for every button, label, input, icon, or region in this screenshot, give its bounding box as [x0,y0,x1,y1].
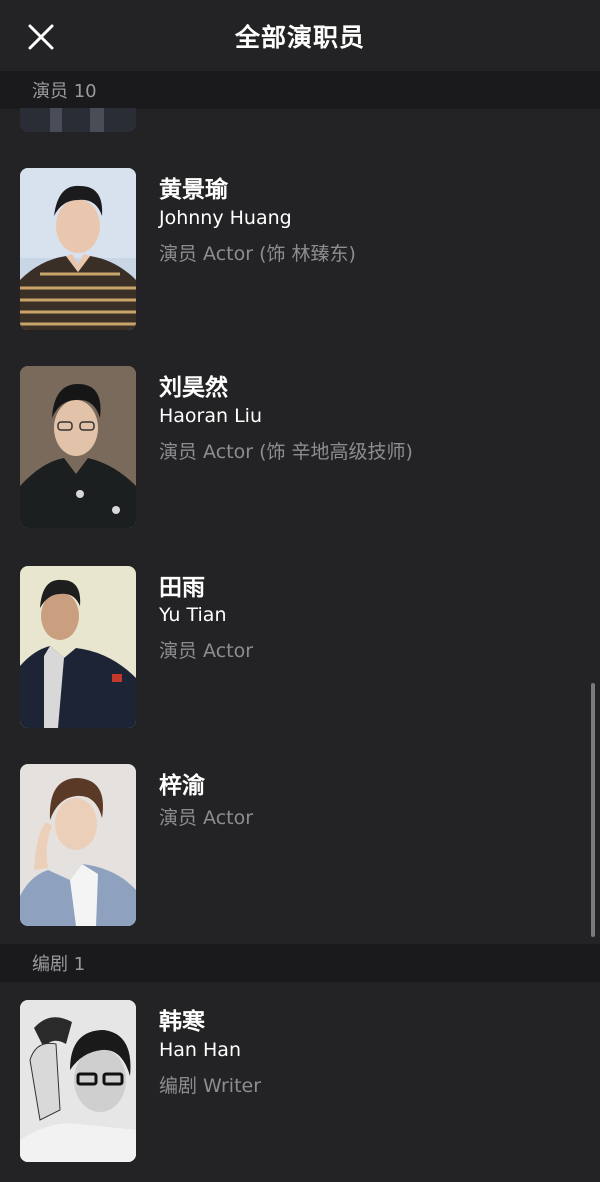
person-role: 演员 Actor (饰 林臻东) [159,243,356,265]
person-english-name: Johnny Huang [159,207,292,229]
person-photo [20,764,136,926]
section-header-actors: 演员 10 [0,71,600,109]
person-english-name: Yu Tian [159,604,227,626]
person-photo [20,366,136,528]
person-name: 刘昊然 [159,375,228,401]
person-role: 演员 Actor (饰 辛地高级技师) [159,441,413,463]
page-title: 全部演职员 [234,23,365,52]
person-item-4[interactable]: 梓渝 演员 Actor [0,744,590,944]
section-header-writers: 编剧 1 [0,944,600,982]
person-item-2[interactable]: 刘昊然 Haoran Liu 演员 Actor (饰 辛地高级技师) [0,348,590,546]
close-icon[interactable] [28,24,54,50]
person-item-5[interactable]: 韩寒 Han Han 编剧 Writer [0,982,590,1182]
previous-person-photo[interactable] [20,108,136,132]
person-photo [20,168,136,330]
person-name: 田雨 [159,575,205,601]
top-bar: 全部演职员 [0,0,600,72]
person-english-name: Haoran Liu [159,405,262,427]
person-name: 黄景瑜 [159,177,228,203]
person-photo [20,1000,136,1162]
person-role: 编剧 Writer [159,1075,262,1097]
person-name: 梓渝 [159,773,205,799]
person-item-1[interactable]: 黄景瑜 Johnny Huang 演员 Actor (饰 林臻东) [0,150,590,348]
person-item-3[interactable]: 田雨 Yu Tian 演员 Actor [0,546,590,744]
person-name: 韩寒 [159,1009,205,1035]
person-english-name: Han Han [159,1039,241,1061]
person-role: 演员 Actor [159,640,254,662]
person-role: 演员 Actor [159,807,254,829]
scrollbar[interactable] [591,683,595,937]
person-photo [20,566,136,728]
